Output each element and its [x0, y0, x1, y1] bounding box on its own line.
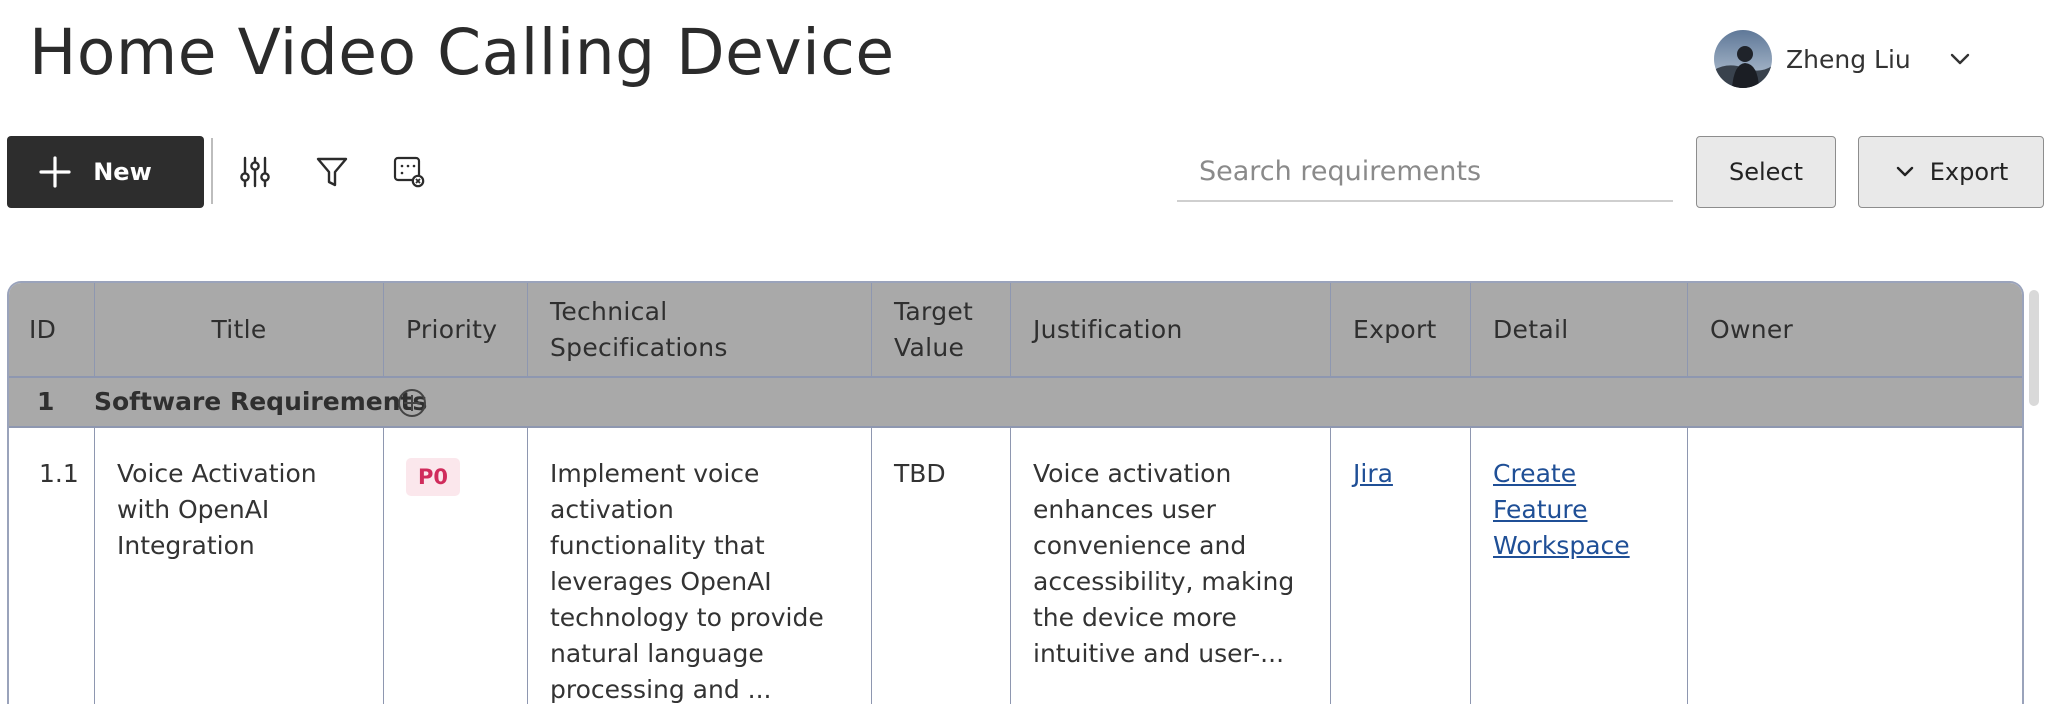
- cell-id: 1.1: [9, 428, 95, 704]
- column-header-title[interactable]: Title: [95, 283, 384, 376]
- group-row[interactable]: 1 Software Requirements: [9, 376, 2022, 428]
- column-header-justification[interactable]: Justification: [1011, 283, 1331, 376]
- column-header-owner[interactable]: Owner: [1688, 283, 2022, 376]
- filter-icon[interactable]: [313, 153, 351, 191]
- column-header-export[interactable]: Export: [1331, 283, 1471, 376]
- toolbar: New Select Export: [0, 136, 2048, 210]
- search-input[interactable]: [1177, 142, 1673, 202]
- export-button[interactable]: Export: [1858, 136, 2044, 208]
- chevron-down-icon: [1896, 166, 1913, 177]
- group-id: 1: [37, 387, 55, 416]
- group-label: Software Requirements: [94, 387, 428, 416]
- cell-priority[interactable]: P0: [384, 428, 528, 704]
- cell-title[interactable]: Voice Activation with OpenAI Integration: [95, 428, 384, 704]
- vertical-scrollbar[interactable]: [2029, 290, 2039, 406]
- cell-technical-specifications[interactable]: Implement voice activation functionality…: [528, 428, 872, 704]
- table-settings-icon[interactable]: [390, 153, 428, 191]
- chevron-down-icon[interactable]: [1947, 46, 1973, 72]
- create-feature-workspace-link[interactable]: Create Feature Workspace: [1493, 459, 1630, 560]
- cell-target-value[interactable]: TBD: [872, 428, 1011, 704]
- cell-justification[interactable]: Voice activation enhances user convenien…: [1011, 428, 1331, 704]
- add-circle-icon[interactable]: [397, 388, 427, 418]
- owner-select[interactable]: Zheng Liu: [1714, 30, 1990, 88]
- column-header-detail[interactable]: Detail: [1471, 283, 1688, 376]
- cell-detail: Create Feature Workspace: [1471, 428, 1688, 704]
- table-header: ID Title Priority Technical Specificatio…: [9, 283, 2022, 376]
- new-button-label: New: [93, 158, 152, 186]
- table-row[interactable]: 1.1 Voice Activation with OpenAI Integra…: [9, 428, 2022, 704]
- avatar: [1714, 30, 1772, 88]
- plus-icon: [39, 156, 71, 188]
- requirements-table: ID Title Priority Technical Specificatio…: [7, 281, 2024, 704]
- column-header-technical-specifications[interactable]: Technical Specifications: [528, 283, 872, 376]
- priority-badge: P0: [406, 458, 461, 496]
- page-title: Home Video Calling Device: [29, 16, 895, 89]
- column-header-id[interactable]: ID: [9, 283, 95, 376]
- toolbar-divider: [211, 138, 213, 204]
- owner-name: Zheng Liu: [1786, 44, 1911, 74]
- column-header-priority[interactable]: Priority: [384, 283, 528, 376]
- export-button-label: Export: [1929, 158, 2009, 186]
- select-button[interactable]: Select: [1696, 136, 1836, 208]
- jira-link[interactable]: Jira: [1353, 459, 1393, 488]
- new-button[interactable]: New: [7, 136, 204, 208]
- cell-owner: [1688, 428, 2022, 704]
- cell-export: Jira: [1331, 428, 1471, 704]
- sliders-icon[interactable]: [236, 153, 274, 191]
- column-header-target-value[interactable]: Target Value: [872, 283, 1011, 376]
